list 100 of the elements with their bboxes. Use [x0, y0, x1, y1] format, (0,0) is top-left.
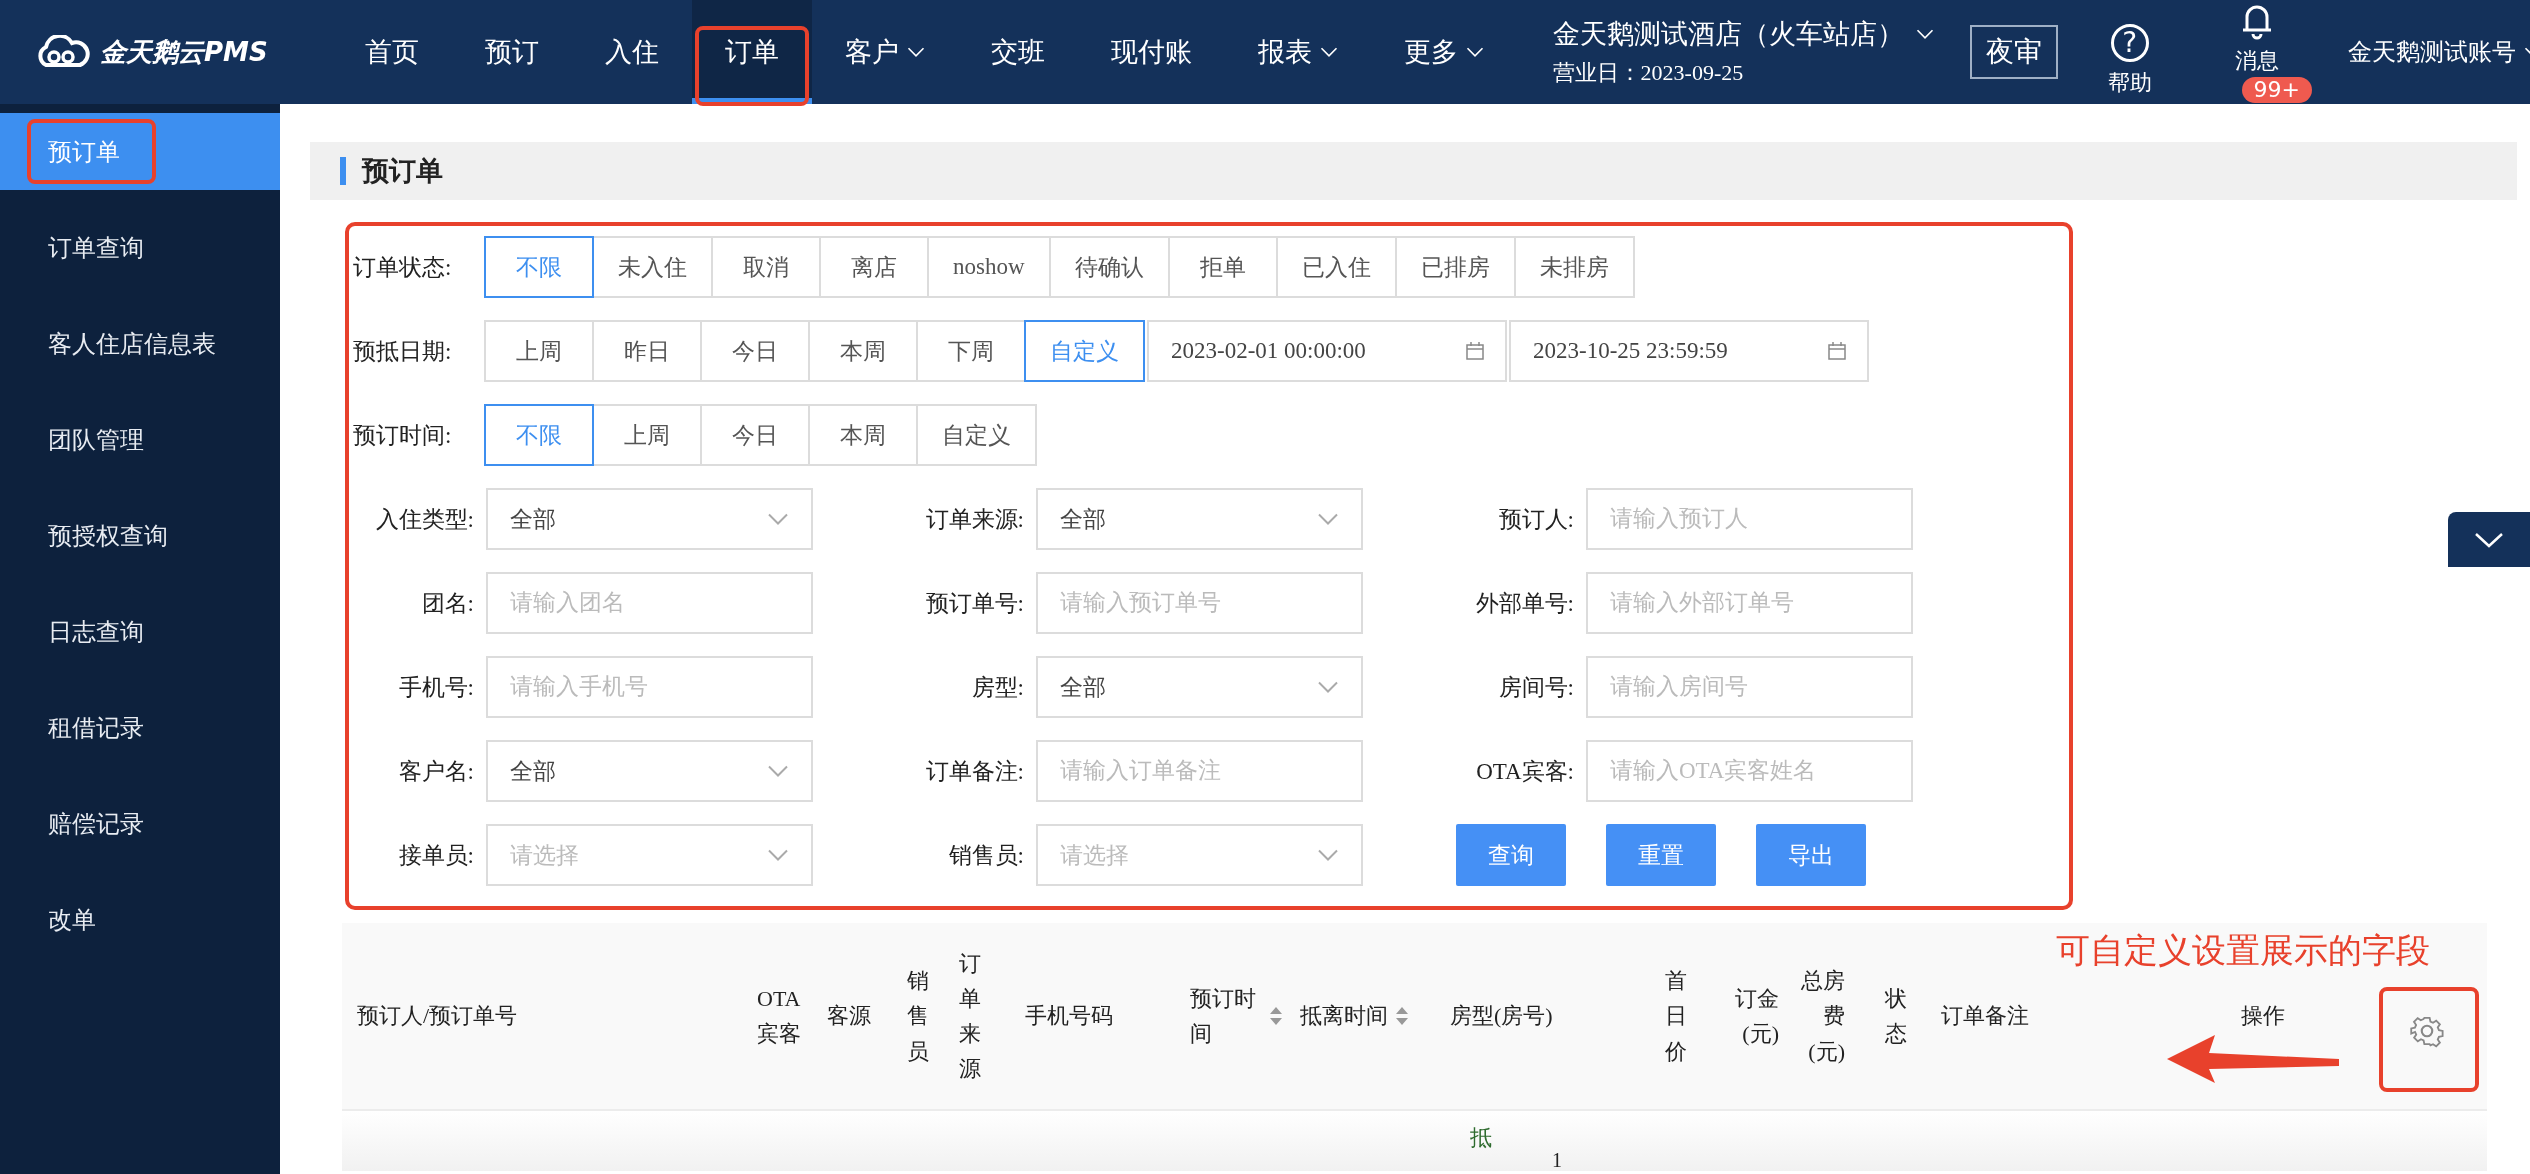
- help-button[interactable]: ? 帮助: [2101, 5, 2158, 99]
- chevron-down-icon: [907, 47, 925, 57]
- field-label: 接单员:: [397, 841, 475, 870]
- chevron-down-icon: [767, 765, 789, 777]
- column-header: 操作: [2241, 1002, 2285, 1031]
- filter-option[interactable]: 下周: [916, 320, 1026, 382]
- sidebar-item[interactable]: 订单查询: [0, 209, 280, 286]
- table-cell: 1: [1552, 1149, 1562, 1171]
- field-label: 入住类型:: [374, 505, 475, 534]
- input-field[interactable]: 请输入手机号: [486, 656, 813, 718]
- filter-option[interactable]: 已排房: [1394, 236, 1516, 298]
- sidebar-item[interactable]: 客人住店信息表: [0, 305, 280, 382]
- field-label: 房型:: [970, 673, 1025, 702]
- nav-tab[interactable]: 订单: [692, 0, 812, 104]
- input-field[interactable]: 请输入预订单号: [1036, 572, 1363, 634]
- nav-tab[interactable]: 首页: [332, 0, 452, 104]
- filter-label: 预订时间:: [353, 421, 453, 450]
- column-header: 抵离时间: [1300, 1002, 1388, 1031]
- filter-option[interactable]: noshow: [927, 236, 1051, 298]
- messages-button[interactable]: 消息: [2228, 0, 2285, 77]
- chevron-down-icon: [1466, 47, 1484, 57]
- nav-tab[interactable]: 交班: [958, 0, 1078, 104]
- chevron-down-icon: [1915, 29, 1934, 39]
- date-field[interactable]: 2023-10-25 23:59:59: [1509, 320, 1869, 382]
- help-icon: ?: [2110, 23, 2149, 62]
- nav-tab[interactable]: 客户: [812, 0, 958, 104]
- business-date: 营业日：2023-09-25: [1552, 59, 1745, 87]
- chevron-down-icon: [1317, 681, 1339, 693]
- sidebar-item[interactable]: 改单: [0, 881, 280, 958]
- filter-option[interactable]: 上周: [484, 320, 594, 382]
- hotel-name[interactable]: 金天鹅测试酒店（火车站店）: [1552, 16, 1904, 52]
- filter-option[interactable]: 取消: [711, 236, 821, 298]
- nav-tab[interactable]: 预订: [452, 0, 572, 104]
- field-label: 房间号:: [1497, 673, 1575, 702]
- column-header: 客源: [827, 1002, 871, 1031]
- filter-option[interactable]: 离店: [819, 236, 929, 298]
- nav-tab[interactable]: 入住: [572, 0, 692, 104]
- sidebar-item[interactable]: 日志查询: [0, 593, 280, 670]
- input-field[interactable]: 请输入团名: [486, 572, 813, 634]
- input-field[interactable]: 请输入房间号: [1586, 656, 1913, 718]
- filter-label: 订单状态:: [353, 253, 453, 282]
- filter-label: 预抵日期:: [353, 337, 453, 366]
- app-logo: 金天鹅云PMS: [100, 35, 268, 69]
- select-field[interactable]: 全部: [486, 488, 813, 550]
- column-header: 销售员: [907, 967, 930, 1066]
- field-label: 预订人:: [1497, 505, 1575, 534]
- input-field[interactable]: 请输入外部订单号: [1586, 572, 1913, 634]
- notification-badge: 99+: [2241, 77, 2312, 103]
- input-field[interactable]: 请输入OTA宾客姓名: [1586, 740, 1913, 802]
- field-label: 订单备注:: [924, 757, 1025, 786]
- column-header: 预订人/预订单号: [357, 1002, 518, 1031]
- input-field[interactable]: 请输入订单备注: [1036, 740, 1363, 802]
- field-label: 团名:: [420, 589, 475, 618]
- input-field[interactable]: 请输入预订人: [1586, 488, 1913, 550]
- nav-tab[interactable]: 报表: [1225, 0, 1371, 104]
- chevron-down-icon: [1317, 849, 1339, 861]
- column-header: 总房费(元): [1800, 967, 1845, 1066]
- column-header: 订单来源: [959, 949, 982, 1084]
- column-header: 房型(房号): [1450, 1002, 1553, 1031]
- nav-tab[interactable]: 更多: [1371, 0, 1517, 104]
- column-header: 状态: [1885, 984, 1908, 1048]
- select-field[interactable]: 全部: [486, 740, 813, 802]
- filter-option[interactable]: 今日: [700, 404, 810, 466]
- select-field[interactable]: 全部: [1036, 656, 1363, 718]
- filter-option[interactable]: 未入住: [592, 236, 713, 298]
- nav-tab[interactable]: 现付账: [1078, 0, 1225, 104]
- column-header: 预订时间: [1190, 984, 1257, 1048]
- sidebar-item[interactable]: 赔偿记录: [0, 785, 280, 862]
- column-header: 手机号码: [1025, 1002, 1113, 1031]
- filter-option[interactable]: 已入住: [1275, 236, 1397, 298]
- date-field[interactable]: 2023-02-01 00:00:00: [1147, 320, 1507, 382]
- sidebar-item[interactable]: 租借记录: [0, 689, 280, 766]
- filter-option[interactable]: 自定义: [916, 404, 1037, 466]
- title-accent-bar: [340, 157, 346, 185]
- field-label: OTA宾客:: [1475, 757, 1575, 786]
- filter-option[interactable]: 昨日: [592, 320, 702, 382]
- sidebar-item[interactable]: 团队管理: [0, 401, 280, 478]
- account-menu[interactable]: 金天鹅测试账号: [2348, 36, 2530, 68]
- chevron-down-icon: [1317, 513, 1339, 525]
- sidebar-item[interactable]: 预授权查询: [0, 497, 280, 574]
- filter-option[interactable]: 本周: [808, 404, 918, 466]
- filter-option[interactable]: 今日: [700, 320, 810, 382]
- calendar-icon: [1465, 341, 1485, 361]
- field-label: 预订单号:: [924, 589, 1025, 618]
- collapse-button[interactable]: [2448, 512, 2530, 567]
- filter-option[interactable]: 上周: [592, 404, 702, 466]
- filter-option[interactable]: 本周: [808, 320, 918, 382]
- filter-option[interactable]: 拒单: [1167, 236, 1278, 298]
- night-audit-button[interactable]: 夜审: [1969, 25, 2058, 79]
- chevron-down-icon: [767, 849, 789, 861]
- chevron-down-icon: [2474, 531, 2504, 548]
- column-header: OTA宾客: [757, 984, 802, 1048]
- field-label: 销售员:: [947, 841, 1025, 870]
- filter-option[interactable]: 待确认: [1048, 236, 1170, 298]
- select-field[interactable]: 全部: [1036, 488, 1363, 550]
- chevron-down-icon: [1320, 47, 1338, 57]
- calendar-icon: [1827, 341, 1847, 361]
- page-title: 预订单: [362, 155, 443, 188]
- filter-option[interactable]: 未排房: [1513, 236, 1635, 298]
- annotation-text: 可自定义设置展示的字段: [2056, 929, 2430, 972]
